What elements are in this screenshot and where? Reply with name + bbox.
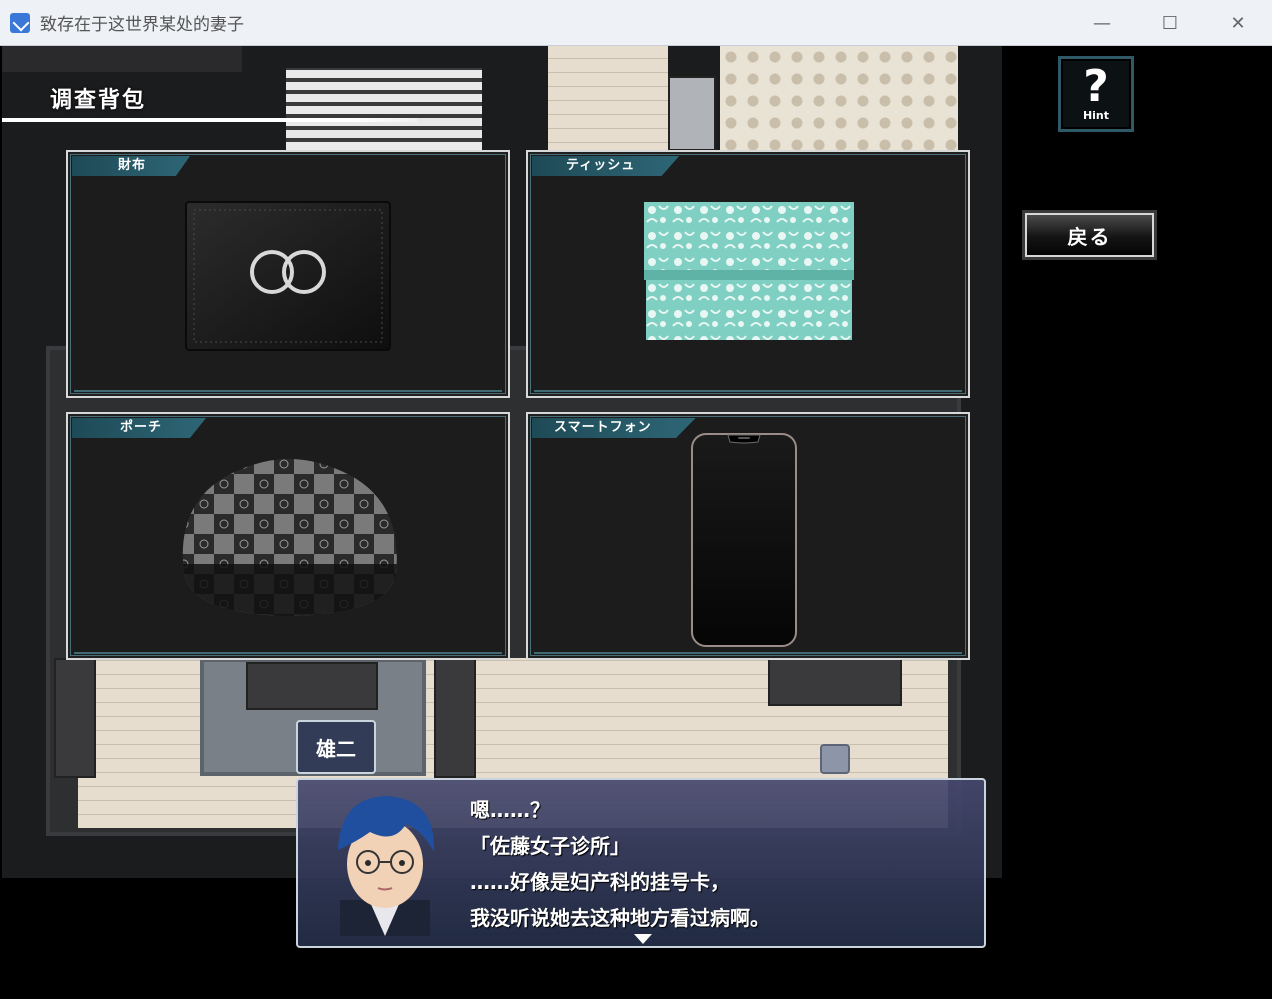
window-title: 致存在于这世界某处的妻子 [40,15,244,35]
character-portrait [338,796,435,936]
item-label: スマートフォン [532,418,696,438]
back-label: 戻る [1025,213,1154,257]
window-titlebar: 致存在于这世界某处的妻子 — ☐ ✕ [0,0,1272,46]
wood-floor [548,46,668,156]
fridge [668,76,716,151]
tissue-icon [644,202,854,340]
item-panel-wallet[interactable]: 財布 [66,150,510,398]
hint-label: Hint [1082,108,1110,122]
app-icon [10,12,30,33]
minimize-button[interactable]: — [1068,0,1136,46]
title-underline [2,118,417,122]
item-label: 財布 [72,156,191,176]
wallet-icon [185,201,391,351]
message-text: 嗯……？ 「佐藤女子诊所」 ……好像是妇产科的挂号卡， 我没听说她去这种地方看过… [470,792,770,936]
message-line: 我没听说她去这种地方看过病啊。 [470,906,770,930]
table [768,658,902,706]
item-panel-tissue[interactable]: ティッシュ [526,150,970,398]
message-line: ……好像是妇产科的挂号卡， [470,870,730,894]
stool [820,744,850,774]
item-label: ティッシュ [532,156,680,176]
wall-block [2,46,242,72]
message-window[interactable]: 嗯……？ 「佐藤女子诊所」 ……好像是妇产科的挂号卡， 我没听说她去这种地方看过… [296,778,986,948]
message-line: 嗯……？ [470,798,550,822]
cabinet [434,658,476,778]
back-button[interactable]: 戻る [1022,210,1157,260]
close-button[interactable]: ✕ [1204,0,1272,46]
item-label: ポーチ [72,418,207,438]
shelf [54,658,96,778]
hint-button[interactable]: ? Hint [1058,56,1134,132]
item-panel-smartphone[interactable]: スマートフォン [526,412,970,660]
question-icon: ? [1083,60,1109,112]
pouch-icon [182,459,397,616]
speaker-name: 雄二 [296,720,376,774]
maximize-button[interactable]: ☐ [1136,0,1204,46]
message-line: 「佐藤女子诊所」 [470,834,630,858]
item-panel-pouch[interactable]: ポーチ [66,412,510,660]
tv-stand [246,662,378,710]
smartphone-icon [691,433,797,647]
tiled-wall [720,46,958,151]
page-title: 调查背包 [50,88,147,113]
window-blinds [286,68,482,150]
window-controls: — ☐ ✕ [1068,0,1272,46]
next-arrow-icon [634,934,652,944]
game-viewport: 调查背包 財布 ティッシュ ポーチ スマートフォン ? Hint 戻る 雄二 嗯… [2,46,1270,997]
